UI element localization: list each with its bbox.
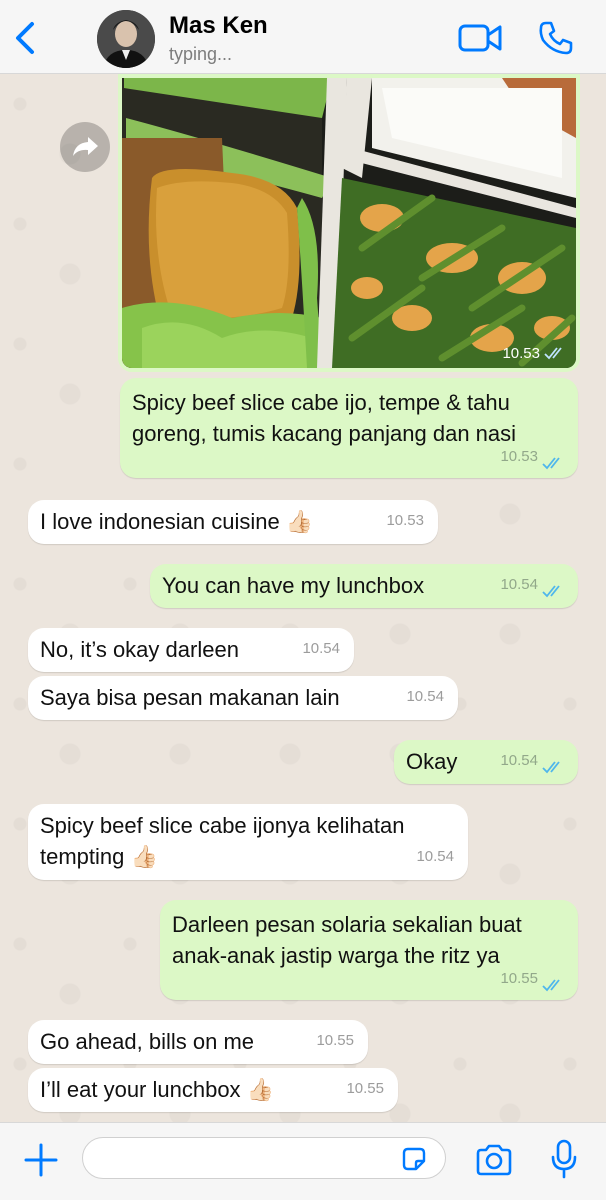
message-text: I love indonesian cuisine [40,509,280,534]
forward-icon [73,137,98,156]
thumbs-up-emoji: 👍🏻 [285,509,314,534]
double-tick-icon [544,347,562,360]
double-tick-icon [542,585,560,598]
message-text-line: Spicy beef slice cabe ijo, tempe & tahu [132,390,510,415]
double-tick-icon [542,457,560,470]
incoming-message[interactable]: Spicy beef slice cabe ijonya kelihatan t… [28,804,468,880]
chat-area[interactable]: 10.53 Spicy beef slice cabe ijo, tempe &… [0,74,606,1122]
message-time: 10.54 [302,640,340,657]
outgoing-message[interactable]: You can have my lunchbox 10.54 [150,564,578,608]
message-time: 10.55 [346,1080,384,1097]
message-time: 10.53 [500,448,538,465]
message-text: Go ahead, bills on me [40,1029,255,1054]
thumbs-up-emoji: 👍🏻 [130,844,158,869]
message-text: I’ll eat your lunchbox [40,1077,241,1102]
incoming-message[interactable]: I’ll eat your lunchbox 👍🏻 10.55 [28,1068,398,1112]
message-time: 10.54 [406,688,444,705]
back-chevron-icon[interactable] [10,20,40,56]
double-tick-icon [542,979,560,992]
double-tick-icon [542,761,560,774]
incoming-message[interactable]: Saya bisa pesan makanan lain 10.54 [28,676,458,720]
message-time: 10.54 [416,848,454,865]
avatar[interactable] [97,10,155,68]
outgoing-message[interactable]: Darleen pesan solaria sekalian buat anak… [160,900,578,1000]
message-text: Saya bisa pesan makanan lain [40,685,340,710]
camera-icon[interactable] [474,1143,514,1177]
video-call-icon[interactable] [458,22,502,54]
message-text-line: Darleen pesan solaria sekalian buat [172,912,522,937]
message-input[interactable] [82,1137,446,1179]
message-text: No, it’s okay darleen [40,637,239,662]
message-text: Okay [406,749,458,774]
typing-status: typing... [169,44,233,64]
phone-icon[interactable] [538,20,574,56]
chat-header: Mas Ken typing... [0,0,606,74]
message-time: 10.55 [316,1032,354,1049]
outgoing-message[interactable]: Spicy beef slice cabe ijo, tempe & tahu … [120,378,578,478]
composer-bar [0,1122,606,1200]
message-text: You can have my lunchbox [162,573,425,598]
thumbs-up-emoji: 👍🏻 [246,1077,275,1102]
message-time: 10.55 [500,970,538,987]
outgoing-message[interactable]: Okay 10.54 [394,740,578,784]
message-time: 10.53 [502,345,540,362]
plus-icon[interactable] [22,1141,60,1179]
contact-name[interactable]: Mas Ken [169,12,268,40]
message-time: 10.54 [500,752,538,769]
message-time: 10.54 [500,576,538,593]
incoming-message[interactable]: I love indonesian cuisine 👍🏻 10.53 [28,500,438,544]
message-text-line: Spicy beef slice cabe ijonya kelihatan [40,813,405,838]
microphone-icon[interactable] [550,1139,578,1179]
incoming-message[interactable]: Go ahead, bills on me 10.55 [28,1020,368,1064]
food-photo[interactable] [122,78,576,368]
image-message[interactable]: 10.53 [118,74,580,372]
sticker-icon[interactable] [400,1145,428,1173]
incoming-message[interactable]: No, it’s okay darleen 10.54 [28,628,354,672]
message-text-line: tempting [40,844,125,869]
message-time: 10.53 [386,512,424,529]
forward-button[interactable] [60,122,110,172]
